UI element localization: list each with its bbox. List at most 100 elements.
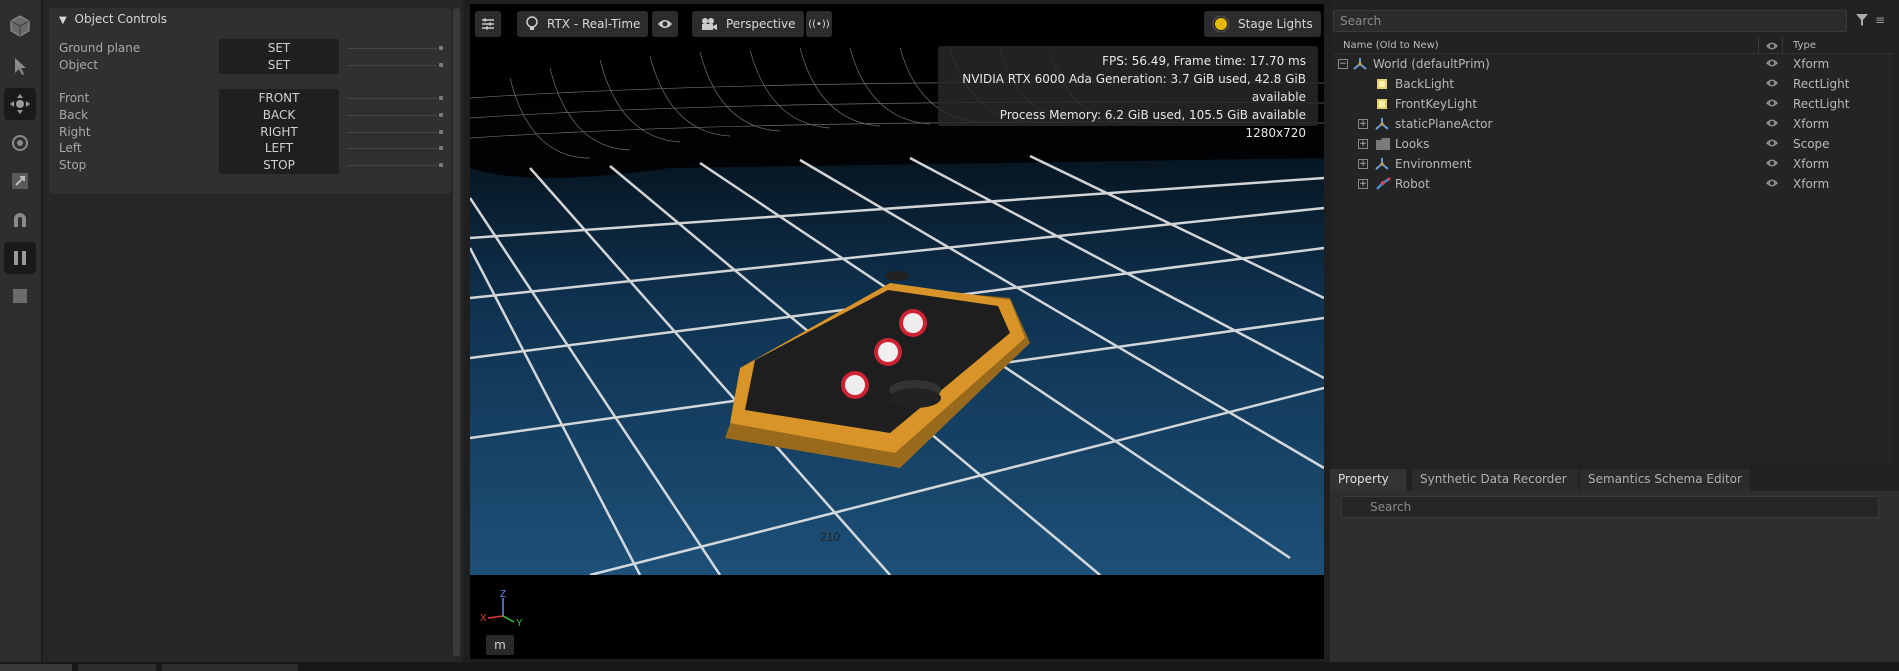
tree-item-type: Xform (1793, 157, 1830, 171)
rect-light-icon (1377, 79, 1387, 89)
tree-row-robot[interactable]: + Robot Xform (1333, 174, 1893, 194)
bottom-tab[interactable] (162, 664, 298, 671)
bottom-tab[interactable] (0, 664, 72, 671)
pause-icon[interactable] (4, 242, 36, 274)
stage-lights-button[interactable]: Stage Lights (1204, 11, 1321, 37)
left-button[interactable]: LEFT (219, 139, 339, 157)
back-button[interactable]: BACK (219, 106, 339, 124)
viewport-settings-button[interactable] (475, 11, 501, 37)
row-slider-line (347, 148, 437, 149)
set-ground-plane-button[interactable]: SET (219, 39, 339, 57)
bottom-tab[interactable] (78, 664, 156, 671)
scale-icon[interactable] (4, 165, 36, 197)
tab-property[interactable]: Property (1330, 469, 1406, 491)
xform-icon (1375, 158, 1389, 170)
camera-button[interactable]: Perspective (692, 11, 804, 37)
tree-row-staticplaneactor[interactable]: + staticPlaneActor Xform (1333, 114, 1893, 134)
y-axis-label: Y (516, 618, 523, 628)
tree-row-frontkeylight[interactable]: FrontKeyLight RectLight (1333, 94, 1893, 114)
object-label: Object (59, 58, 99, 72)
expand-icon[interactable]: + (1358, 179, 1368, 189)
visibility-column-eye-icon[interactable] (1765, 41, 1779, 51)
broadcast-button[interactable]: ((•)) (806, 11, 832, 37)
reset-dot-icon[interactable] (439, 63, 443, 67)
gpu-readout: NVIDIA RTX 6000 Ada Generation: 3.7 GiB … (962, 72, 1306, 104)
axis-gizmo: Z X Y (480, 589, 523, 628)
bottom-tab-bar (0, 662, 1899, 671)
x-axis-label: X (480, 613, 487, 624)
tab-synthetic-data-recorder[interactable]: Synthetic Data Recorder (1412, 469, 1578, 491)
tree-row-world[interactable]: − World (defaultPrim) Xform (1333, 54, 1893, 74)
tree-item-name: BackLight (1395, 77, 1455, 91)
select-prim-icon[interactable] (4, 10, 36, 42)
reset-dot-icon[interactable] (439, 96, 443, 100)
expand-icon[interactable]: + (1358, 159, 1368, 169)
reset-dot-icon[interactable] (439, 130, 443, 134)
tree-item-type: RectLight (1793, 97, 1850, 111)
eye-icon[interactable] (1765, 178, 1779, 188)
pointer-icon[interactable] (4, 50, 36, 82)
tree-row-looks[interactable]: + Looks Scope (1333, 134, 1893, 154)
eye-icon[interactable] (1765, 138, 1779, 148)
hamburger-menu-icon[interactable]: ≡ (1875, 13, 1885, 27)
filter-icon[interactable] (1855, 13, 1869, 27)
unit-button[interactable]: m (486, 635, 514, 655)
row-slider-line (347, 98, 437, 99)
viewport[interactable]: 210 RTX - Real-Time Perspective ((•)) St… (470, 4, 1324, 659)
expand-icon[interactable]: + (1358, 119, 1368, 129)
reset-dot-icon[interactable] (439, 146, 443, 150)
robot-number-label: 210 (820, 530, 840, 544)
render-mode-button[interactable]: RTX - Real-Time (517, 11, 649, 37)
object-controls-title: Object Controls (74, 12, 168, 26)
eye-icon[interactable] (1765, 118, 1779, 128)
rect-light-icon (1377, 99, 1387, 109)
row-slider-line (347, 115, 437, 116)
snap-icon[interactable] (4, 205, 36, 237)
ground-plane-label: Ground plane (59, 41, 141, 55)
collapse-triangle-icon[interactable]: ▼ (59, 15, 67, 26)
stop-label: Stop (59, 158, 87, 172)
broadcast-icon: ((•)) (808, 18, 830, 30)
name-column-header[interactable]: Name (Old to New) (1343, 40, 1439, 51)
render-mode-label: RTX - Real-Time (547, 17, 641, 31)
expand-icon[interactable]: + (1358, 139, 1368, 149)
eye-icon[interactable] (1765, 158, 1779, 168)
stop-icon[interactable] (4, 280, 36, 312)
visibility-button[interactable] (652, 11, 678, 37)
tab-semantics-schema-editor[interactable]: Semantics Schema Editor (1580, 469, 1750, 491)
reset-dot-icon[interactable] (439, 46, 443, 50)
xform-icon (1375, 118, 1389, 130)
eye-icon[interactable] (1765, 78, 1779, 88)
back-label: Back (59, 108, 89, 122)
camera-label: Perspective (726, 17, 796, 31)
panel-scrollbar[interactable] (453, 8, 460, 656)
eye-icon[interactable] (1765, 98, 1779, 108)
tree-item-name: Robot (1395, 177, 1430, 191)
object-controls-header[interactable]: ▼ Object Controls (59, 12, 167, 26)
reset-dot-icon[interactable] (439, 113, 443, 117)
tree-row-backlight[interactable]: BackLight RectLight (1333, 74, 1893, 94)
move-icon[interactable] (4, 88, 36, 120)
tree-item-name: FrontKeyLight (1395, 97, 1478, 111)
tree-item-name: Environment (1395, 157, 1472, 171)
type-column-header[interactable]: Type (1793, 40, 1816, 51)
tree-item-type: Xform (1793, 177, 1830, 191)
stop-button[interactable]: STOP (219, 156, 339, 174)
sun-icon (1212, 15, 1230, 33)
stage-search-input[interactable]: Search (1333, 10, 1847, 32)
row-slider-line (347, 48, 437, 49)
camera-icon (702, 18, 717, 30)
front-button[interactable]: FRONT (219, 89, 339, 107)
collapse-icon[interactable]: − (1338, 59, 1348, 69)
property-search-input[interactable]: Search (1341, 496, 1879, 518)
front-label: Front (59, 91, 90, 105)
robot-icon (1376, 177, 1391, 190)
rotate-icon[interactable] (4, 127, 36, 159)
set-object-button[interactable]: SET (219, 56, 339, 74)
resolution-readout: 1280x720 (1245, 126, 1306, 140)
reset-dot-icon[interactable] (439, 163, 443, 167)
right-label: Right (59, 125, 91, 139)
eye-icon[interactable] (1765, 58, 1779, 68)
stage-panel: Search ≡ Name (Old to New) Type − World … (1330, 0, 1899, 662)
tree-row-environment[interactable]: + Environment Xform (1333, 154, 1893, 174)
